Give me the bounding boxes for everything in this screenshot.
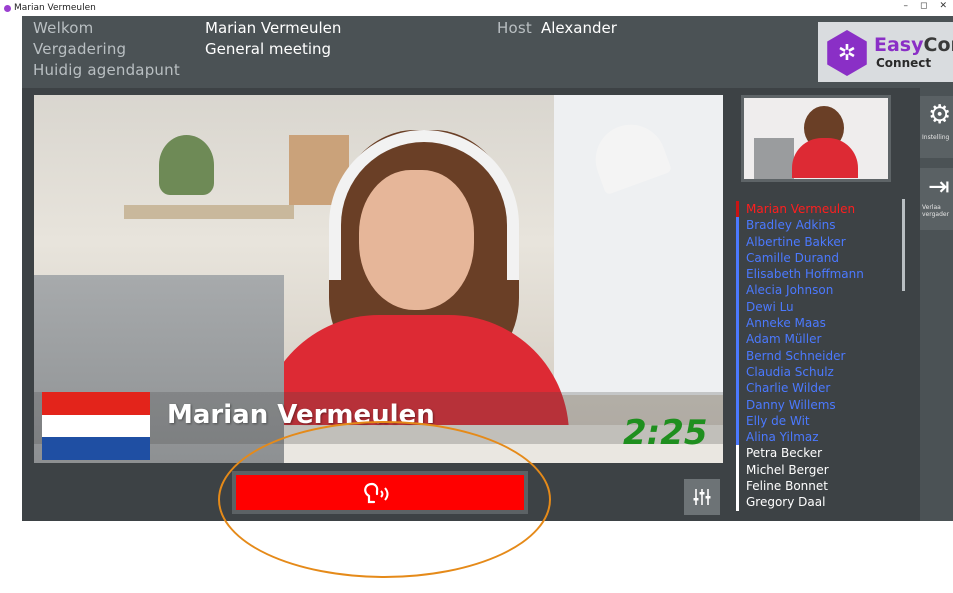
video-background-shelf: [124, 205, 294, 219]
meeting-header: Welkom Marian Vermeulen Vergadering Gene…: [22, 16, 953, 88]
participant-item[interactable]: Albertine Bakker: [736, 233, 910, 250]
host-value: Alexander: [541, 19, 617, 37]
side-button-panel: ⚙ Instelling ⇥ Verlaa vergader: [920, 88, 953, 521]
window-title: Marian Vermeulen: [14, 3, 96, 13]
logo-title: EasyConf: [874, 34, 953, 56]
welcome-label: Welkom: [33, 19, 94, 37]
flag-stripe-white: [42, 414, 150, 438]
participant-list[interactable]: Marian Vermeulen Bradley Adkins Albertine …: [736, 193, 910, 516]
sliders-icon: [693, 489, 711, 505]
flag-stripe-red: [42, 392, 150, 415]
main-speaker-video: Marian Vermeulen 2:25: [34, 95, 723, 463]
participant-item[interactable]: Petra Becker: [736, 445, 910, 462]
participant-item[interactable]: Dewi Lu: [736, 298, 910, 316]
logo-subtitle: Connect: [876, 56, 932, 70]
participant-item[interactable]: Elly de Wit: [736, 412, 910, 430]
conference-app: Welkom Marian Vermeulen Vergadering Gene…: [22, 16, 953, 521]
settings-label: Instelling: [922, 134, 950, 141]
speaker-flag: [42, 392, 150, 460]
participant-item[interactable]: Camille Durand: [736, 249, 910, 267]
participant-item[interactable]: Claudia Schulz: [736, 363, 910, 381]
preview-person-body: [792, 138, 858, 178]
app-icon: [4, 4, 11, 12]
participant-item[interactable]: Bradley Adkins: [736, 217, 910, 234]
speaker-headphones: [329, 130, 519, 280]
participant-item[interactable]: Bernd Schneider: [736, 347, 910, 364]
flag-stripe-blue: [42, 437, 150, 460]
participant-item[interactable]: Alecia Johnson: [736, 282, 910, 299]
participant-item[interactable]: Adam Müller: [736, 331, 910, 348]
maximize-button[interactable]: ◻: [920, 1, 927, 11]
easyconf-logo: ✲ EasyConf Connect: [818, 22, 953, 82]
welcome-value: Marian Vermeulen: [205, 19, 342, 37]
app-screenshot: Marian Vermeulen – ◻ ✕ Welkom Marian Ver…: [0, 0, 953, 593]
leave-meeting-button[interactable]: ⇥ Verlaa vergader: [920, 168, 953, 230]
participant-item[interactable]: Charlie Wilder: [736, 380, 910, 397]
participant-item[interactable]: Anneke Maas: [736, 315, 910, 332]
minimize-button[interactable]: –: [903, 1, 908, 11]
participant-scrollbar[interactable]: [902, 199, 905, 291]
agenda-item-label: Huidig agendapunt: [33, 61, 180, 79]
exit-door-icon: ⇥: [928, 172, 950, 202]
window-controls: – ◻ ✕: [903, 1, 947, 11]
settings-button[interactable]: ⚙ Instelling: [920, 96, 953, 158]
leave-label: Verlaa vergader: [922, 204, 950, 218]
request-to-speak-button[interactable]: [232, 471, 528, 514]
participant-item[interactable]: Michel Berger: [736, 461, 910, 479]
speaking-timer: 2:25: [623, 413, 708, 453]
audio-mixer-button[interactable]: [684, 479, 720, 515]
participant-item[interactable]: Marian Vermeulen: [736, 201, 910, 218]
participant-item[interactable]: Feline Bonnet: [736, 478, 910, 495]
host-label: Host: [497, 19, 532, 37]
self-video-preview: [741, 95, 891, 182]
gear-icon: ⚙: [928, 100, 952, 130]
speaking-head-icon: [236, 475, 524, 510]
window-titlebar: Marian Vermeulen – ◻ ✕: [0, 0, 953, 16]
participant-item[interactable]: Alina Yilmaz: [736, 429, 910, 446]
network-hexagon-icon: ✲: [827, 30, 867, 76]
speaker-name: Marian Vermeulen: [167, 400, 435, 430]
meeting-value: General meeting: [205, 40, 332, 58]
meeting-label: Vergadering: [33, 40, 127, 58]
close-button[interactable]: ✕: [939, 1, 947, 11]
participant-item[interactable]: Danny Willems: [736, 396, 910, 413]
participant-item[interactable]: Elisabeth Hoffmann: [736, 266, 910, 283]
participant-item[interactable]: Gregory Daal: [736, 494, 910, 511]
video-background-plant: [159, 135, 214, 195]
preview-monitor: [754, 138, 794, 179]
